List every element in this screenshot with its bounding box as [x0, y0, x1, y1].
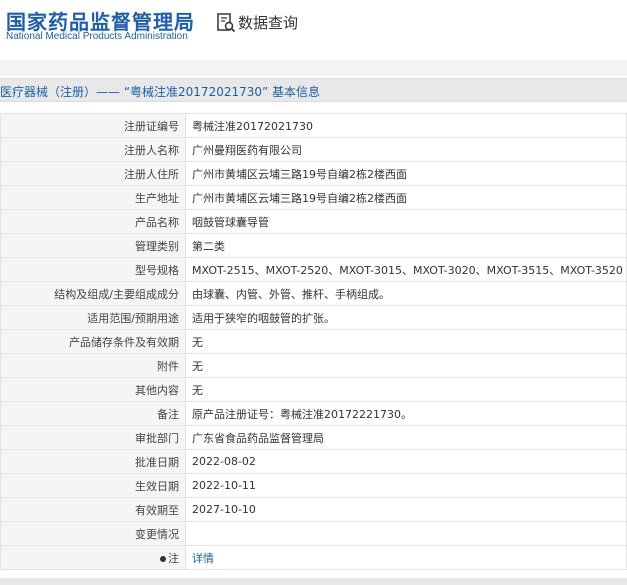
field-value: 2027-10-10 [185, 497, 627, 522]
table-row: 其他内容无 [0, 377, 627, 402]
table-row: 产品名称 咽鼓管球囊导管 [0, 209, 627, 234]
field-label: 注册人名称 [0, 137, 186, 162]
table-row: 附件无 [0, 353, 627, 378]
table-row: 有效期至 2027-10-10 [0, 497, 627, 522]
note-value: 详情 [185, 545, 627, 570]
table-row: 变更情况 [0, 521, 627, 546]
field-value: 广州曼翔医药有限公司 [185, 137, 627, 162]
field-value: 适用于狭窄的咽鼓管的扩张。 [185, 305, 627, 330]
table-row: 管理类别 第二类 [0, 233, 627, 258]
field-value: 无 [185, 329, 627, 354]
note-label-text: 注 [168, 551, 179, 565]
table-row: 生产地址 广州市黄埔区云埔三路19号自编2栋2楼西面 [0, 185, 627, 210]
table-row: 型号规格 MXOT-2515、MXOT-2520、MXOT-3015、MXOT-3… [0, 257, 627, 282]
field-value: 第二类 [185, 233, 627, 258]
field-label: 其他内容 [0, 377, 186, 402]
table-row: 备注 原产品注册证号：粤械注准20172221730。 [0, 401, 627, 426]
field-value: 2022-08-02 [185, 449, 627, 474]
field-label: 批准日期 [0, 449, 186, 474]
table-row: 审批部门 广东省食品药品监督管理局 [0, 425, 627, 450]
table-row: 批准日期 2022-08-02 [0, 449, 627, 474]
field-label: 生效日期 [0, 473, 186, 498]
field-value: 广州市黄埔区云埔三路19号自编2栋2楼西面 [185, 185, 627, 210]
field-label: 有效期至 [0, 497, 186, 522]
header-divider [0, 60, 627, 76]
table-row: 注册证编号 粤械注准20172021730 [0, 113, 627, 138]
field-label: 附件 [0, 353, 186, 378]
note-label: 注 [0, 545, 186, 570]
field-label: 产品储存条件及有效期 [0, 329, 186, 354]
field-label: 适用范围/预期用途 [0, 305, 186, 330]
field-label: 备注 [0, 401, 186, 426]
table-row: 注册人住所 广州市黄埔区云埔三路19号自编2栋2楼西面 [0, 161, 627, 186]
field-value: MXOT-2515、MXOT-2520、MXOT-3015、MXOT-3020、… [185, 257, 627, 282]
field-label: 注册人住所 [0, 161, 186, 186]
search-document-icon[interactable] [216, 12, 236, 34]
field-label: 型号规格 [0, 257, 186, 282]
field-label: 产品名称 [0, 209, 186, 234]
field-value: 无 [185, 377, 627, 402]
table-row: 适用范围/预期用途 适用于狭窄的咽鼓管的扩张。 [0, 305, 627, 330]
footer-band [0, 578, 627, 585]
field-value: 2022-10-11 [185, 473, 627, 498]
table-row: 结构及组成/主要组成成分 由球囊、内管、外管、推杆、手柄组成。 [0, 281, 627, 306]
field-value: 咽鼓管球囊导管 [185, 209, 627, 234]
field-label: 注册证编号 [0, 113, 186, 138]
site-header: 国家药品监督管理局 National Medical Products Admi… [0, 0, 627, 60]
field-value: 无 [185, 353, 627, 378]
field-value: 由球囊、内管、外管、推杆、手柄组成。 [185, 281, 627, 306]
field-value [185, 521, 627, 546]
site-logo-subtitle: National Medical Products Administration [6, 31, 188, 42]
table-row: 产品储存条件及有效期无 [0, 329, 627, 354]
field-label: 结构及组成/主要组成成分 [0, 281, 186, 306]
field-value: 粤械注准20172021730 [185, 113, 627, 138]
field-value: 原产品注册证号：粤械注准20172221730。 [185, 401, 627, 426]
table-row: 注详情 [0, 545, 627, 570]
field-label: 生产地址 [0, 185, 186, 210]
detail-table: 注册证编号 粤械注准20172021730 注册人名称 广州曼翔医药有限公司 注册人住所… [0, 113, 627, 570]
field-label: 变更情况 [0, 521, 186, 546]
table-row: 生效日期 2022-10-11 [0, 473, 627, 498]
data-query-link[interactable]: 数据查询 [238, 12, 298, 33]
table-row: 注册人名称 广州曼翔医药有限公司 [0, 137, 627, 162]
details-link[interactable]: 详情 [192, 552, 214, 565]
field-value: 广东省食品药品监督管理局 [185, 425, 627, 450]
breadcrumb: 医疗器械（注册）—— “粤械注准20172021730” 基本信息 [0, 78, 627, 102]
breadcrumb-text: 医疗器械（注册）—— “粤械注准20172021730” 基本信息 [0, 85, 321, 99]
field-label: 管理类别 [0, 233, 186, 258]
bullet-icon [160, 555, 166, 562]
field-value: 广州市黄埔区云埔三路19号自编2栋2楼西面 [185, 161, 627, 186]
field-label: 审批部门 [0, 425, 186, 450]
